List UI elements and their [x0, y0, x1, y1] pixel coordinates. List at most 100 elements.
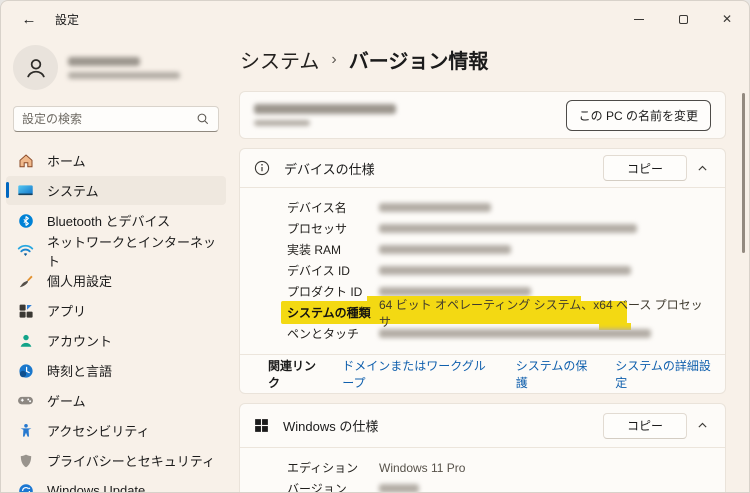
- user-name-redacted: [68, 56, 180, 79]
- redacted-pc-name: [254, 104, 396, 114]
- pc-name-redacted: [254, 104, 396, 126]
- sidebar-item-label: アカウント: [47, 334, 113, 349]
- device-specs-card: デバイスの仕様 コピー デバイス名 プロセッサ 実装 RAM デバイス ID プ…: [239, 148, 726, 394]
- windows-specs-collapse-button[interactable]: [687, 413, 717, 439]
- sidebar-item-label: Bluetooth とデバイス: [47, 214, 171, 229]
- device-specs-copy-button[interactable]: コピー: [603, 155, 687, 181]
- redacted-value: [379, 329, 651, 338]
- content-column: この PC の名前を変更 デバイスの仕様 コピー デバイス名 プロセッサ 実装 …: [239, 91, 726, 493]
- breadcrumb-separator-icon: ›: [331, 50, 337, 68]
- person-icon: [26, 58, 45, 78]
- close-button[interactable]: ✕: [705, 1, 749, 37]
- sidebar-nav: ホーム システム Bluetooth とデバイス ネットワークとインターネット: [1, 146, 231, 492]
- sidebar-item-network-internet[interactable]: ネットワークとインターネット: [6, 235, 226, 269]
- spec-value: 64 ビット オペレーティング システム、x64 ベース プロセッサ: [379, 297, 703, 329]
- device-specs-collapse-button[interactable]: [687, 155, 717, 181]
- home-icon: [17, 152, 34, 169]
- sidebar-item-label: 時刻と言語: [47, 364, 113, 379]
- windows-update-icon: [17, 482, 34, 492]
- breadcrumb: システム › バージョン情報: [240, 45, 488, 74]
- windows-specs-copy-button[interactable]: コピー: [603, 412, 687, 439]
- redacted-user-email: [68, 71, 180, 79]
- spec-label: バージョン: [287, 482, 347, 493]
- sidebar-item-label: プライバシーとセキュリティ: [47, 454, 215, 469]
- sidebar-item-system[interactable]: システム: [6, 176, 226, 205]
- back-arrow-icon: ←: [21, 10, 37, 28]
- settings-window: ← 設定 ✕ 設定の検索 ホーム システム Bluetooth とデバイス ネッ…: [0, 0, 750, 493]
- sidebar-item-label: ゲーム: [47, 394, 86, 409]
- link-domain-workgroup[interactable]: ドメインまたはワークグループ: [342, 357, 490, 391]
- accessibility-icon: [17, 422, 34, 439]
- redacted-user-name: [68, 56, 140, 66]
- windows-specs-header[interactable]: Windows の仕様 コピー: [240, 404, 725, 447]
- device-specs-header[interactable]: デバイスの仕様 コピー: [240, 149, 725, 187]
- search-input[interactable]: [22, 112, 196, 126]
- personalization-icon: [17, 272, 34, 289]
- sidebar-item-label: アクセシビリティ: [47, 424, 150, 439]
- spec-row-device-name: デバイス名: [287, 197, 711, 218]
- link-advanced-system-settings[interactable]: システムの詳細設定: [615, 357, 711, 391]
- network-icon: [17, 242, 34, 259]
- titlebar: ← 設定 ✕: [1, 1, 749, 37]
- device-specs-body: デバイス名 プロセッサ 実装 RAM デバイス ID プロダクト ID システム…: [240, 188, 725, 354]
- sidebar-item-windows-update[interactable]: Windows Update: [6, 476, 226, 492]
- sidebar-item-label: ホーム: [47, 154, 86, 169]
- redacted-value: [379, 203, 491, 212]
- spec-row-system-type: システムの種類 64 ビット オペレーティング システム、x64 ベース プロセ…: [281, 296, 711, 330]
- sidebar-item-gaming[interactable]: ゲーム: [6, 386, 226, 415]
- spec-label: プロダクト ID: [287, 285, 363, 299]
- spec-row-edition: エディション Windows 11 Pro: [287, 457, 711, 478]
- sidebar-item-personalization[interactable]: 個人用設定: [6, 266, 226, 295]
- user-account-row[interactable]: [13, 45, 219, 90]
- link-system-protection[interactable]: システムの保護: [516, 357, 590, 391]
- rename-pc-button[interactable]: この PC の名前を変更: [565, 99, 711, 131]
- bluetooth-icon: [17, 212, 34, 229]
- sidebar: ホーム システム Bluetooth とデバイス ネットワークとインターネット: [1, 37, 231, 492]
- avatar: [13, 45, 58, 90]
- app-title: 設定: [55, 12, 80, 27]
- redacted-value: [379, 224, 637, 233]
- sidebar-item-accessibility[interactable]: アクセシビリティ: [6, 416, 226, 445]
- accounts-icon: [17, 332, 34, 349]
- sidebar-item-label: 個人用設定: [47, 274, 113, 289]
- windows-specs-body: エディション Windows 11 Pro バージョン インストール日: [240, 448, 725, 493]
- windows-specs-title: Windows の仕様: [283, 419, 379, 434]
- related-links-label: 関連リンク: [268, 359, 317, 390]
- search-icon: [197, 113, 209, 125]
- minimize-icon: [634, 18, 644, 20]
- windows-logo-icon: [255, 419, 268, 432]
- sidebar-item-apps[interactable]: アプリ: [6, 296, 226, 325]
- spec-row-processor: プロセッサ: [287, 218, 711, 239]
- related-links: ドメインまたはワークグループ システムの保護 システムの詳細設定: [342, 357, 711, 391]
- sidebar-item-label: システム: [47, 184, 99, 199]
- spec-label: プロセッサ: [287, 222, 348, 236]
- maximize-icon: [678, 14, 688, 24]
- apps-icon: [17, 302, 34, 319]
- minimize-button[interactable]: [617, 1, 661, 37]
- related-links-row: 関連リンク ドメインまたはワークグループ システムの保護 システムの詳細設定: [240, 355, 725, 393]
- time-language-icon: [17, 362, 34, 379]
- pc-name-card: この PC の名前を変更: [239, 91, 726, 139]
- spec-label: ペンとタッチ: [287, 327, 360, 341]
- search-box[interactable]: [13, 106, 219, 132]
- scrollbar-thumb[interactable]: [742, 93, 745, 253]
- sidebar-item-home[interactable]: ホーム: [6, 146, 226, 175]
- chevron-up-icon: [697, 165, 707, 171]
- spec-value: Windows 11 Pro: [379, 460, 466, 475]
- spec-label: デバイス名: [287, 201, 347, 215]
- breadcrumb-parent[interactable]: システム: [240, 45, 319, 74]
- redacted-pc-subtitle: [254, 120, 310, 126]
- spec-row-installed-ram: 実装 RAM: [287, 239, 711, 260]
- maximize-button[interactable]: [661, 1, 705, 37]
- sidebar-item-accounts[interactable]: アカウント: [6, 326, 226, 355]
- window-controls: ✕: [617, 1, 749, 37]
- sidebar-item-label: アプリ: [47, 304, 87, 319]
- gaming-icon: [17, 392, 34, 409]
- windows-specs-card: Windows の仕様 コピー エディション Windows 11 Pro バー…: [239, 403, 726, 493]
- sidebar-item-time-language[interactable]: 時刻と言語: [6, 356, 226, 385]
- sidebar-item-privacy-security[interactable]: プライバシーとセキュリティ: [6, 446, 226, 475]
- spec-label: 実装 RAM: [287, 243, 342, 257]
- spec-label: エディション: [287, 461, 359, 475]
- spec-label: システムの種類: [287, 306, 371, 320]
- back-button[interactable]: ←: [13, 6, 45, 32]
